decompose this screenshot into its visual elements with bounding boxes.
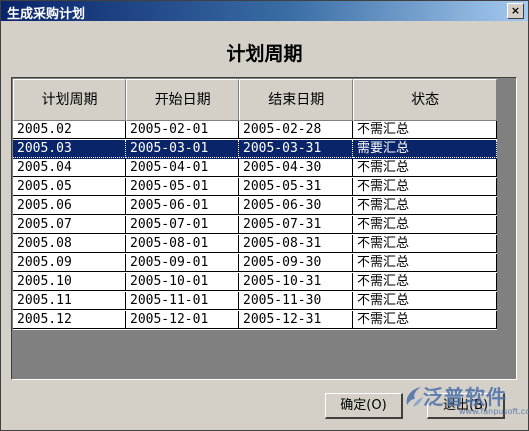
table-row[interactable]: 2005.10 2005-10-01 2005-10-31 不需汇总 <box>13 273 497 292</box>
cell-status[interactable]: 不需汇总 <box>353 197 497 215</box>
cell-start-date[interactable]: 2005-06-01 <box>126 197 239 215</box>
cell-status[interactable]: 不需汇总 <box>353 254 497 272</box>
close-icon[interactable]: × <box>507 3 524 19</box>
column-header-status[interactable]: 状态 <box>353 79 497 121</box>
cell-period[interactable]: 2005.12 <box>13 311 126 329</box>
cell-end-date[interactable]: 2005-12-31 <box>239 311 353 329</box>
period-grid[interactable]: 计划周期 开始日期 结束日期 状态 2005.02 2005-02-01 2005-… <box>11 77 517 380</box>
cell-status[interactable]: 不需汇总 <box>353 159 497 177</box>
cell-start-date[interactable]: 2005-11-01 <box>126 292 239 310</box>
cell-period[interactable]: 2005.04 <box>13 159 126 177</box>
cell-period[interactable]: 2005.02 <box>13 121 126 139</box>
cell-period[interactable]: 2005.03 <box>13 140 126 158</box>
column-header-start[interactable]: 开始日期 <box>126 79 240 121</box>
table-row[interactable]: 2005.07 2005-07-01 2005-07-31 不需汇总 <box>13 216 497 235</box>
cell-end-date[interactable]: 2005-08-31 <box>239 235 353 253</box>
cell-start-date[interactable]: 2005-05-01 <box>126 178 239 196</box>
cell-start-date[interactable]: 2005-03-01 <box>126 140 239 158</box>
table-row[interactable]: 2005.04 2005-04-01 2005-04-30 不需汇总 <box>13 159 497 178</box>
column-header-period[interactable]: 计划周期 <box>13 79 127 121</box>
cell-end-date[interactable]: 2005-11-30 <box>239 292 353 310</box>
cell-end-date[interactable]: 2005-04-30 <box>239 159 353 177</box>
cell-end-date[interactable]: 2005-07-31 <box>239 216 353 234</box>
title-bar[interactable]: 生成采购计划 × <box>1 1 528 22</box>
page-title: 计划周期 <box>226 43 303 65</box>
cell-status[interactable]: 不需汇总 <box>353 235 497 253</box>
table-row[interactable]: 2005.08 2005-08-01 2005-08-31 不需汇总 <box>13 235 497 254</box>
cell-period[interactable]: 2005.08 <box>13 235 126 253</box>
cell-end-date[interactable]: 2005-02-28 <box>239 121 353 139</box>
table-row[interactable]: 2005.11 2005-11-01 2005-11-30 不需汇总 <box>13 292 497 311</box>
table-row[interactable]: 2005.06 2005-06-01 2005-06-30 不需汇总 <box>13 197 497 216</box>
exit-button[interactable]: 退出(B) <box>427 393 505 419</box>
cell-start-date[interactable]: 2005-09-01 <box>126 254 239 272</box>
cell-status[interactable]: 不需汇总 <box>353 311 497 329</box>
table-body: 2005.02 2005-02-01 2005-02-28 不需汇总 2005.03 20… <box>13 121 497 330</box>
confirm-button[interactable]: 确定(O) <box>325 393 403 419</box>
cell-status[interactable]: 不需汇总 <box>353 216 497 234</box>
table-row[interactable]: 2005.02 2005-02-01 2005-02-28 不需汇总 <box>13 121 497 140</box>
cell-start-date[interactable]: 2005-07-01 <box>126 216 239 234</box>
cell-end-date[interactable]: 2005-09-30 <box>239 254 353 272</box>
cell-start-date[interactable]: 2005-08-01 <box>126 235 239 253</box>
cell-end-date[interactable]: 2005-10-31 <box>239 273 353 291</box>
swirl-logo-icon <box>406 387 423 407</box>
table-row[interactable]: 2005.05 2005-05-01 2005-05-31 不需汇总 <box>13 178 497 197</box>
grid-table: 计划周期 开始日期 结束日期 状态 2005.02 2005-02-01 2005-… <box>13 79 497 330</box>
cell-status[interactable]: 不需汇总 <box>353 292 497 310</box>
cell-status[interactable]: 不需汇总 <box>353 273 497 291</box>
cell-start-date[interactable]: 2005-04-01 <box>126 159 239 177</box>
cell-start-date[interactable]: 2005-12-01 <box>126 311 239 329</box>
cell-status[interactable]: 不需汇总 <box>353 178 497 196</box>
cell-period[interactable]: 2005.05 <box>13 178 126 196</box>
cell-period[interactable]: 2005.09 <box>13 254 126 272</box>
cell-end-date[interactable]: 2005-03-31 <box>239 140 353 158</box>
cell-period[interactable]: 2005.06 <box>13 197 126 215</box>
table-header: 计划周期 开始日期 结束日期 状态 <box>13 79 497 121</box>
cell-end-date[interactable]: 2005-05-31 <box>239 178 353 196</box>
table-row[interactable]: 2005.03 2005-03-01 2005-03-31 需要汇总 <box>13 140 497 159</box>
table-row[interactable]: 2005.12 2005-12-01 2005-12-31 不需汇总 <box>13 311 497 330</box>
cell-start-date[interactable]: 2005-10-01 <box>126 273 239 291</box>
cell-period[interactable]: 2005.11 <box>13 292 126 310</box>
cell-status[interactable]: 需要汇总 <box>353 140 497 158</box>
cell-period[interactable]: 2005.07 <box>13 216 126 234</box>
column-header-end[interactable]: 结束日期 <box>239 79 354 121</box>
window-title: 生成采购计划 <box>7 7 86 22</box>
table-row[interactable]: 2005.09 2005-09-01 2005-09-30 不需汇总 <box>13 254 497 273</box>
cell-status[interactable]: 不需汇总 <box>353 121 497 139</box>
dialog-window: 生成采购计划 × 计划周期 计划周期 开始日期 结束日期 状态 2005.02 2… <box>0 0 529 431</box>
cell-start-date[interactable]: 2005-02-01 <box>126 121 239 139</box>
cell-end-date[interactable]: 2005-06-30 <box>239 197 353 215</box>
cell-period[interactable]: 2005.10 <box>13 273 126 291</box>
